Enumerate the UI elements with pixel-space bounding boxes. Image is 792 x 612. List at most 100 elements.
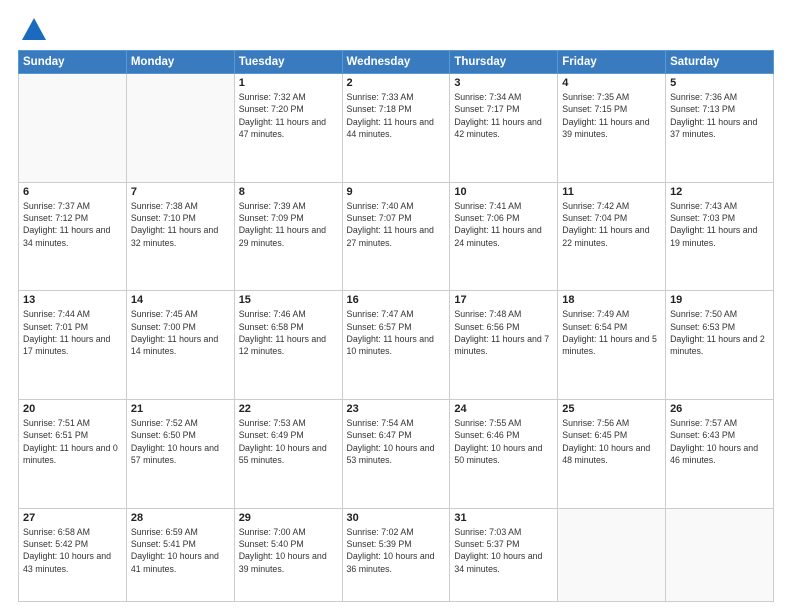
- day-number: 10: [454, 186, 553, 198]
- calendar-day-cell: 12 Sunrise: 7:43 AM Sunset: 7:03 PM Dayli…: [666, 182, 774, 291]
- day-detail: Sunrise: 7:03 AM Sunset: 5:37 PM Dayligh…: [454, 526, 553, 575]
- calendar-day-cell: 15Sunrise: 7:46 AM Sunset: 6:58 PM Dayli…: [234, 291, 342, 400]
- calendar-day-cell: 18 Sunrise: 7:49 AM Sunset: 6:54 PM Dayli…: [558, 291, 666, 400]
- calendar-day-cell: 29 Sunrise: 7:00 AM Sunset: 5:40 PM Dayli…: [234, 508, 342, 601]
- calendar-day-header: Monday: [126, 51, 234, 74]
- calendar-week-row: 6 Sunrise: 7:37 AM Sunset: 7:12 PM Daylig…: [19, 182, 774, 291]
- calendar-table: SundayMondayTuesdayWednesdayThursdayFrid…: [18, 50, 774, 602]
- calendar-day-cell: 4 Sunrise: 7:35 AM Sunset: 7:15 PM Daylig…: [558, 74, 666, 183]
- day-number: 14: [131, 294, 230, 306]
- day-detail: Sunrise: 7:46 AM Sunset: 6:58 PM Dayligh…: [239, 308, 338, 357]
- calendar-day-cell: [19, 74, 127, 183]
- day-detail: Sunrise: 7:56 AM Sunset: 6:45 PM Dayligh…: [562, 417, 661, 466]
- calendar-day-cell: 22Sunrise: 7:53 AM Sunset: 6:49 PM Dayli…: [234, 400, 342, 509]
- day-number: 16: [347, 294, 446, 306]
- day-detail: Sunrise: 7:41 AM Sunset: 7:06 PM Dayligh…: [454, 200, 553, 249]
- calendar-day-cell: 24Sunrise: 7:55 AM Sunset: 6:46 PM Dayli…: [450, 400, 558, 509]
- day-number: 5: [670, 77, 769, 89]
- day-number: 7: [131, 186, 230, 198]
- day-number: 31: [454, 512, 553, 524]
- calendar-day-cell: 1Sunrise: 7:32 AM Sunset: 7:20 PM Daylig…: [234, 74, 342, 183]
- page: SundayMondayTuesdayWednesdayThursdayFrid…: [0, 0, 792, 612]
- calendar-day-cell: 5 Sunrise: 7:36 AM Sunset: 7:13 PM Daylig…: [666, 74, 774, 183]
- day-number: 4: [562, 77, 661, 89]
- calendar-day-cell: 27 Sunrise: 6:58 AM Sunset: 5:42 PM Dayli…: [19, 508, 127, 601]
- day-number: 22: [239, 403, 338, 415]
- calendar-day-cell: 10 Sunrise: 7:41 AM Sunset: 7:06 PM Dayli…: [450, 182, 558, 291]
- day-detail: Sunrise: 7:57 AM Sunset: 6:43 PM Dayligh…: [670, 417, 769, 466]
- day-number: 27: [23, 512, 122, 524]
- day-detail: Sunrise: 7:34 AM Sunset: 7:17 PM Dayligh…: [454, 91, 553, 140]
- calendar-day-cell: 2 Sunrise: 7:33 AM Sunset: 7:18 PM Daylig…: [342, 74, 450, 183]
- calendar-day-cell: 17 Sunrise: 7:48 AM Sunset: 6:56 PM Dayli…: [450, 291, 558, 400]
- calendar-day-cell: 9 Sunrise: 7:40 AM Sunset: 7:07 PM Daylig…: [342, 182, 450, 291]
- calendar-day-cell: 25 Sunrise: 7:56 AM Sunset: 6:45 PM Dayli…: [558, 400, 666, 509]
- day-detail: Sunrise: 7:35 AM Sunset: 7:15 PM Dayligh…: [562, 91, 661, 140]
- day-number: 24: [454, 403, 553, 415]
- day-detail: Sunrise: 7:50 AM Sunset: 6:53 PM Dayligh…: [670, 308, 769, 357]
- day-detail: Sunrise: 7:44 AM Sunset: 7:01 PM Dayligh…: [23, 308, 122, 357]
- day-number: 3: [454, 77, 553, 89]
- day-detail: Sunrise: 6:58 AM Sunset: 5:42 PM Dayligh…: [23, 526, 122, 575]
- calendar-week-row: 13 Sunrise: 7:44 AM Sunset: 7:01 PM Dayli…: [19, 291, 774, 400]
- day-number: 25: [562, 403, 661, 415]
- day-number: 18: [562, 294, 661, 306]
- calendar-day-cell: [558, 508, 666, 601]
- day-number: 21: [131, 403, 230, 415]
- day-detail: Sunrise: 7:00 AM Sunset: 5:40 PM Dayligh…: [239, 526, 338, 575]
- calendar-day-cell: 13 Sunrise: 7:44 AM Sunset: 7:01 PM Dayli…: [19, 291, 127, 400]
- calendar-day-cell: 20 Sunrise: 7:51 AM Sunset: 6:51 PM Dayli…: [19, 400, 127, 509]
- day-detail: Sunrise: 7:40 AM Sunset: 7:07 PM Dayligh…: [347, 200, 446, 249]
- day-number: 30: [347, 512, 446, 524]
- calendar-day-cell: 6 Sunrise: 7:37 AM Sunset: 7:12 PM Daylig…: [19, 182, 127, 291]
- calendar-day-cell: [666, 508, 774, 601]
- day-number: 1: [239, 77, 338, 89]
- calendar-week-row: 20 Sunrise: 7:51 AM Sunset: 6:51 PM Dayli…: [19, 400, 774, 509]
- day-number: 2: [347, 77, 446, 89]
- day-detail: Sunrise: 7:36 AM Sunset: 7:13 PM Dayligh…: [670, 91, 769, 140]
- day-detail: Sunrise: 7:54 AM Sunset: 6:47 PM Dayligh…: [347, 417, 446, 466]
- calendar-day-header: Sunday: [19, 51, 127, 74]
- calendar-day-cell: 28 Sunrise: 6:59 AM Sunset: 5:41 PM Dayli…: [126, 508, 234, 601]
- day-detail: Sunrise: 7:49 AM Sunset: 6:54 PM Dayligh…: [562, 308, 661, 357]
- day-detail: Sunrise: 7:47 AM Sunset: 6:57 PM Dayligh…: [347, 308, 446, 357]
- day-number: 17: [454, 294, 553, 306]
- calendar-day-cell: 31 Sunrise: 7:03 AM Sunset: 5:37 PM Dayli…: [450, 508, 558, 601]
- day-detail: Sunrise: 7:42 AM Sunset: 7:04 PM Dayligh…: [562, 200, 661, 249]
- logo-icon: [20, 16, 48, 44]
- calendar-header-row: SundayMondayTuesdayWednesdayThursdayFrid…: [19, 51, 774, 74]
- calendar-day-header: Wednesday: [342, 51, 450, 74]
- day-number: 23: [347, 403, 446, 415]
- day-number: 26: [670, 403, 769, 415]
- calendar-day-cell: 16 Sunrise: 7:47 AM Sunset: 6:57 PM Dayli…: [342, 291, 450, 400]
- day-number: 11: [562, 186, 661, 198]
- day-detail: Sunrise: 7:33 AM Sunset: 7:18 PM Dayligh…: [347, 91, 446, 140]
- calendar-day-cell: 7 Sunrise: 7:38 AM Sunset: 7:10 PM Daylig…: [126, 182, 234, 291]
- calendar-day-cell: 30 Sunrise: 7:02 AM Sunset: 5:39 PM Dayli…: [342, 508, 450, 601]
- day-detail: Sunrise: 7:51 AM Sunset: 6:51 PM Dayligh…: [23, 417, 122, 466]
- day-number: 13: [23, 294, 122, 306]
- header: [18, 16, 774, 44]
- day-number: 6: [23, 186, 122, 198]
- day-detail: Sunrise: 7:48 AM Sunset: 6:56 PM Dayligh…: [454, 308, 553, 357]
- day-detail: Sunrise: 7:02 AM Sunset: 5:39 PM Dayligh…: [347, 526, 446, 575]
- day-detail: Sunrise: 7:43 AM Sunset: 7:03 PM Dayligh…: [670, 200, 769, 249]
- day-number: 20: [23, 403, 122, 415]
- calendar-day-cell: 8Sunrise: 7:39 AM Sunset: 7:09 PM Daylig…: [234, 182, 342, 291]
- calendar-day-header: Saturday: [666, 51, 774, 74]
- day-number: 9: [347, 186, 446, 198]
- day-detail: Sunrise: 7:38 AM Sunset: 7:10 PM Dayligh…: [131, 200, 230, 249]
- day-detail: Sunrise: 7:45 AM Sunset: 7:00 PM Dayligh…: [131, 308, 230, 357]
- calendar-day-header: Tuesday: [234, 51, 342, 74]
- day-detail: Sunrise: 7:52 AM Sunset: 6:50 PM Dayligh…: [131, 417, 230, 466]
- day-detail: Sunrise: 7:37 AM Sunset: 7:12 PM Dayligh…: [23, 200, 122, 249]
- logo: [18, 16, 48, 44]
- calendar-day-cell: 26 Sunrise: 7:57 AM Sunset: 6:43 PM Dayli…: [666, 400, 774, 509]
- day-number: 19: [670, 294, 769, 306]
- day-number: 28: [131, 512, 230, 524]
- day-detail: Sunrise: 6:59 AM Sunset: 5:41 PM Dayligh…: [131, 526, 230, 575]
- day-number: 12: [670, 186, 769, 198]
- day-number: 29: [239, 512, 338, 524]
- calendar-week-row: 1Sunrise: 7:32 AM Sunset: 7:20 PM Daylig…: [19, 74, 774, 183]
- day-number: 8: [239, 186, 338, 198]
